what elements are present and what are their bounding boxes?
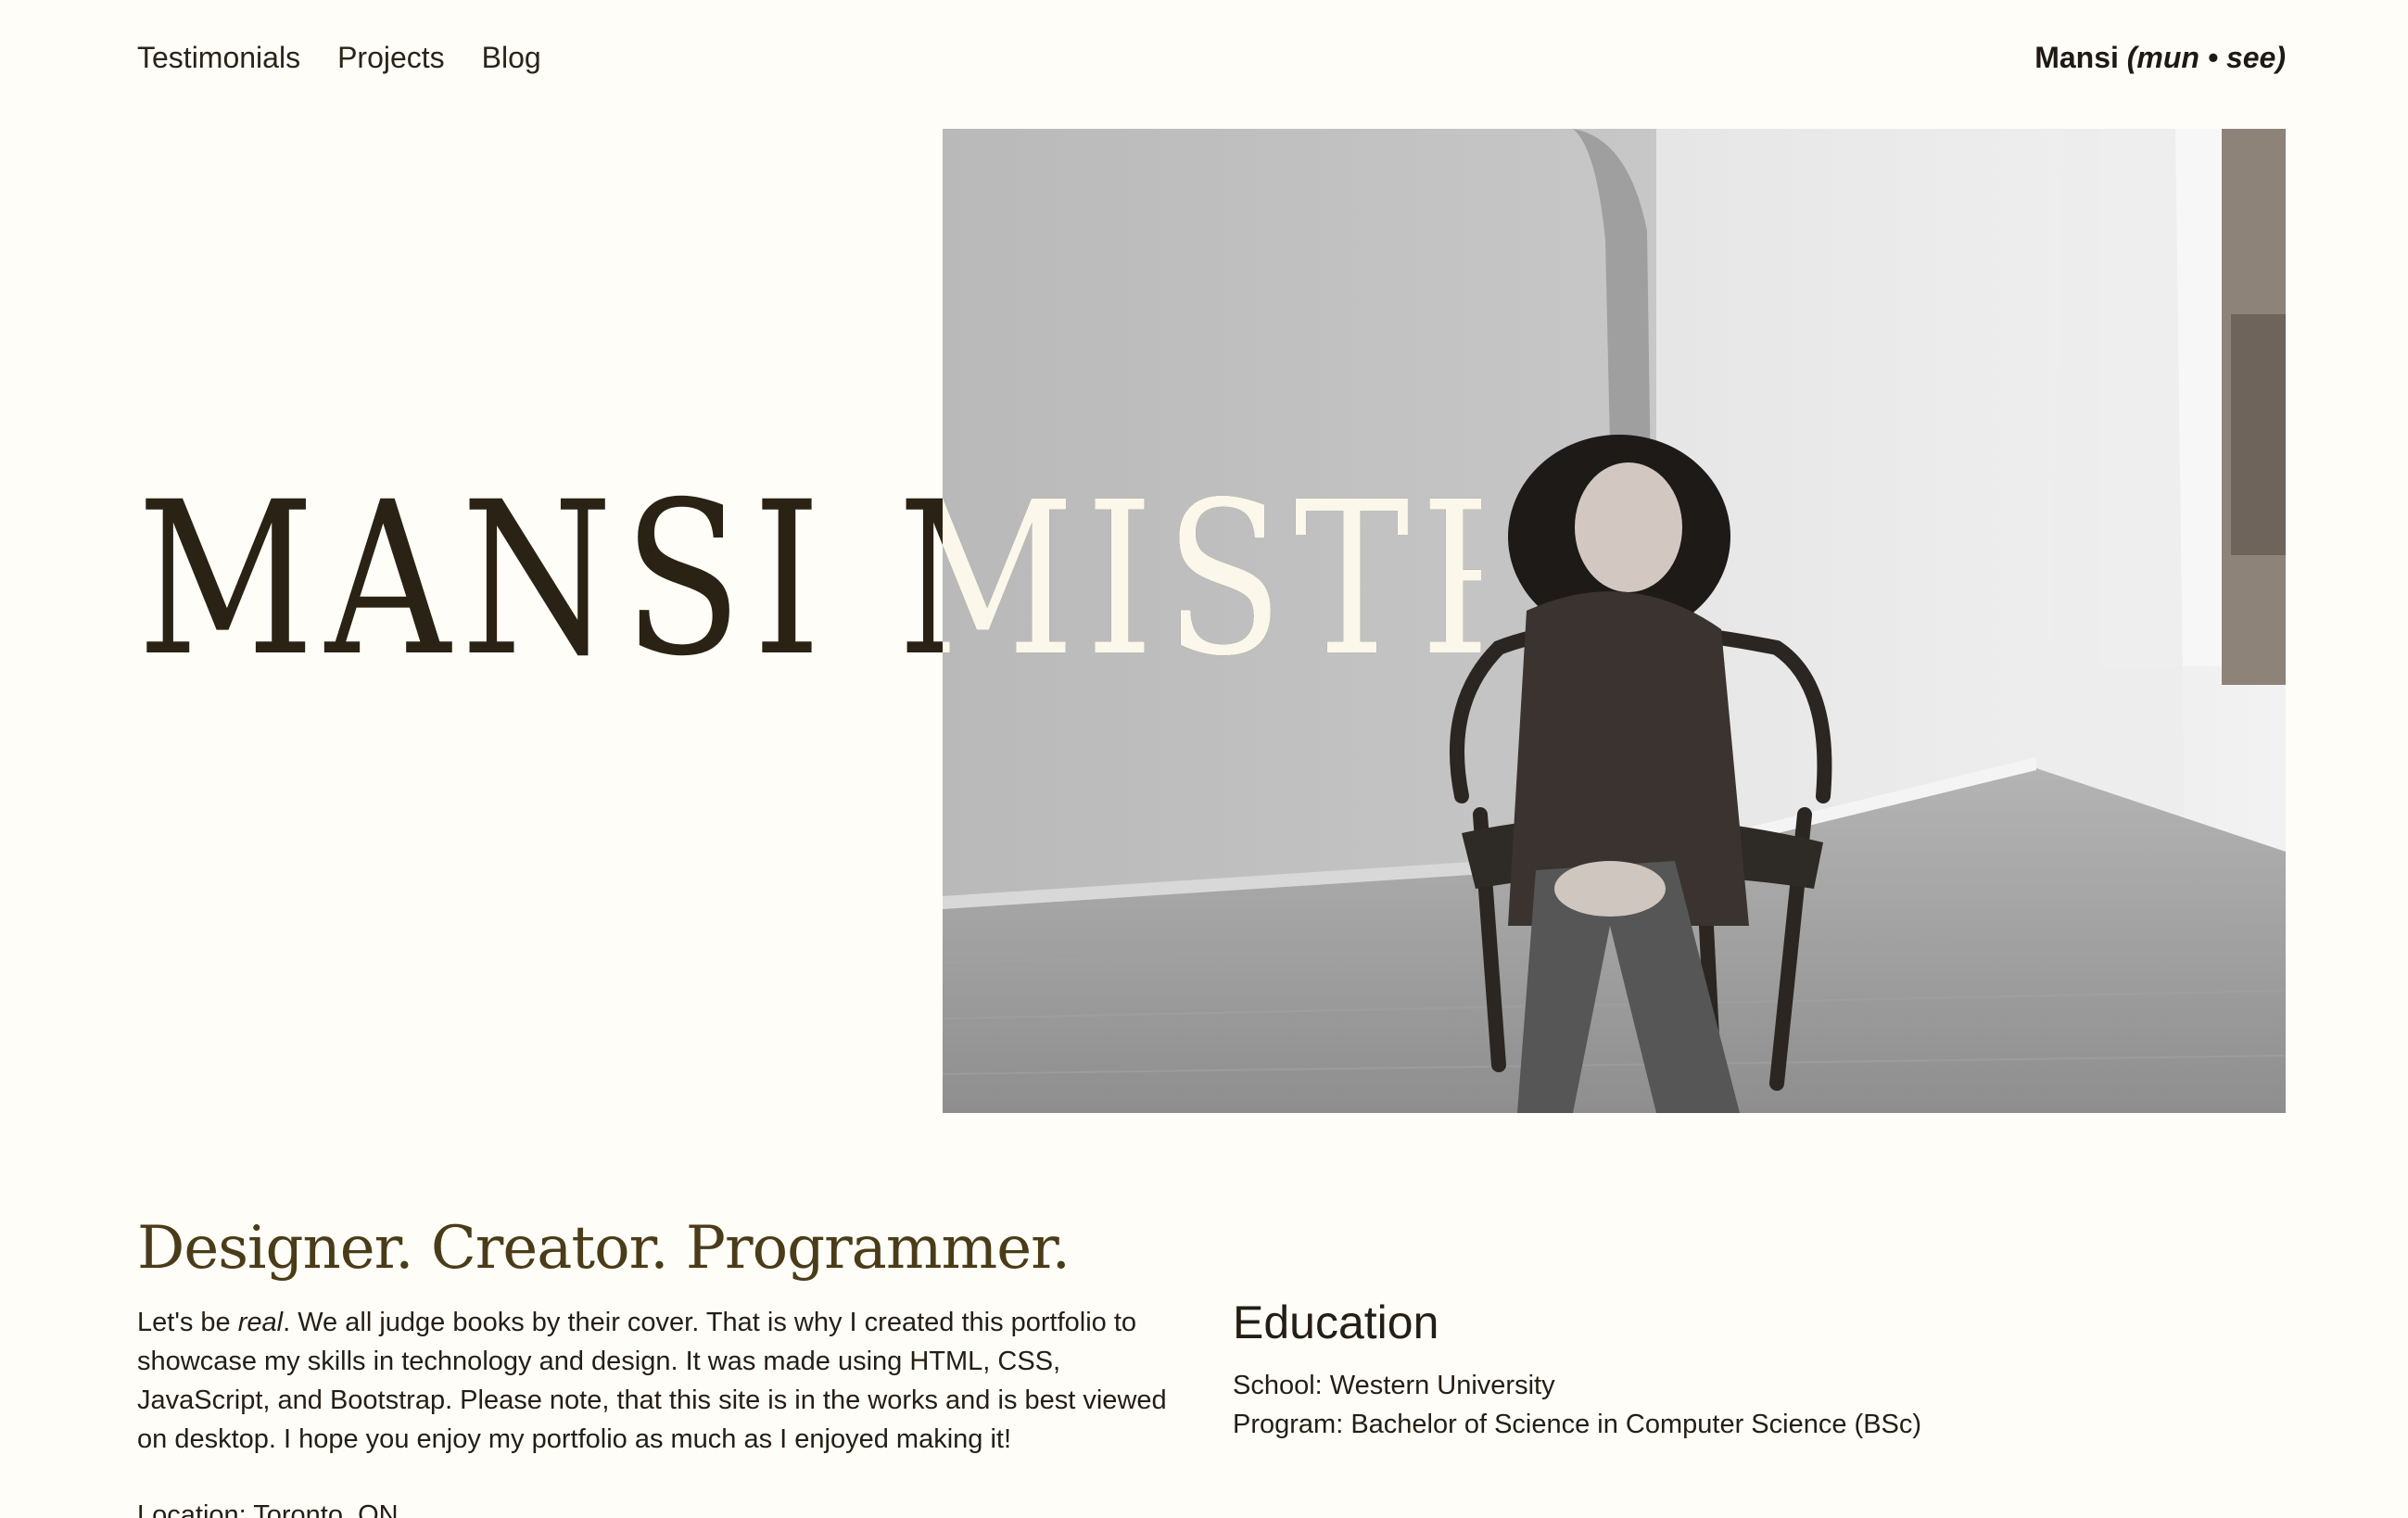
location-text: Location: Toronto, ON [137,1500,399,1518]
brand-pronunciation: (mun • see) [2126,41,2286,74]
hero-name-overlay: MANSI MISTRY [943,473,1481,686]
nav-link-projects[interactable]: Projects [337,41,445,75]
nav-link-testimonials[interactable]: Testimonials [137,41,300,75]
brand-logo[interactable]: Mansi (mun • see) [2034,41,2286,75]
nav-link-blog[interactable]: Blog [482,41,541,75]
education-details: School: Western University Program: Bach… [1233,1366,1921,1444]
hero-name: MANSI MISTRY MANSI MISTRY [137,473,1481,686]
about-paragraph: Let's be real. We all judge books by the… [137,1303,1185,1459]
about-intro-before: Let's be [137,1308,238,1337]
education-school: School: Western University [1233,1371,1555,1400]
education-program: Program: Bachelor of Science in Computer… [1233,1410,1922,1439]
education-heading: Education [1233,1297,1439,1348]
main-nav: Testimonials Projects Blog [137,41,541,75]
about-intro-emphasis: real [237,1308,284,1337]
hero-name-text-on-photo: MANSI MISTRY [943,473,1481,686]
tagline: Designer. Creator. Programmer. [137,1214,1071,1283]
about-intro-after: . We all judge books by their cover. Tha… [137,1308,1167,1454]
brand-name: Mansi [2034,41,2119,74]
